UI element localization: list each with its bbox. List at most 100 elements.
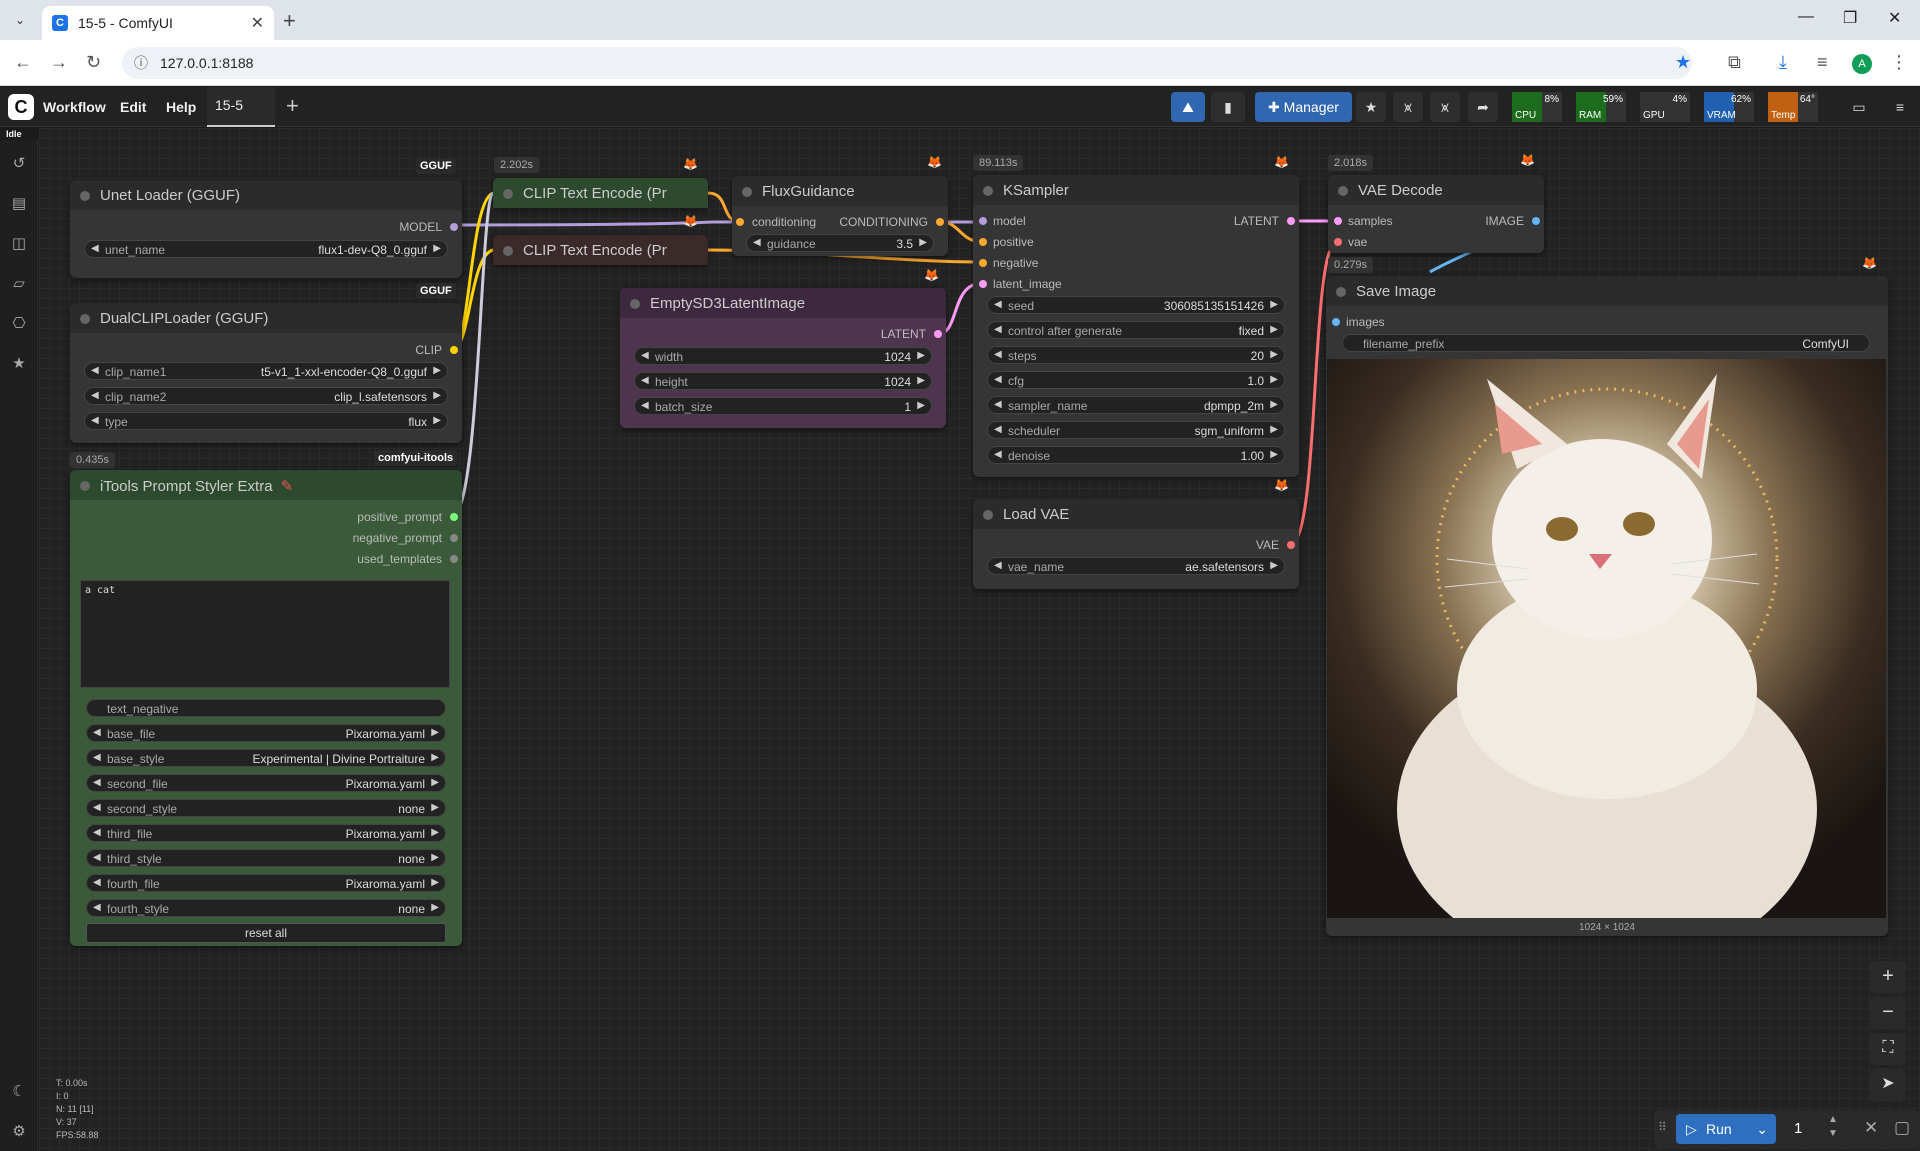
third-file-widget[interactable]: ◀ third_file Pixaroma.yaml ▶: [86, 824, 446, 842]
image-output-dot[interactable]: [1532, 217, 1540, 225]
save-image-time-badge: 0.279s: [1328, 257, 1374, 273]
sampler-name-widget[interactable]: ◀ sampler_name dpmpp_2m ▶: [987, 396, 1285, 414]
height-widget[interactable]: ◀ height 1024 ▶: [634, 372, 932, 390]
used-templates-output-dot[interactable]: [450, 555, 458, 563]
images-input-dot[interactable]: [1332, 318, 1340, 326]
clip-text-encode-node-2[interactable]: CLIP Text Encode (Pr: [493, 235, 708, 265]
gguf-tag: GGUF: [416, 158, 456, 174]
vae-output-label: VAE: [1255, 538, 1279, 552]
execution-time-badge: 2.202s: [494, 157, 540, 173]
conditioning-output-label: CONDITIONING: [839, 215, 928, 229]
zoom-in-icon[interactable]: +: [1870, 961, 1906, 993]
generated-image[interactable]: [1327, 359, 1886, 918]
clip-output-label: CLIP: [415, 343, 442, 357]
latent-output-label: LATENT: [1233, 214, 1279, 228]
fox-icon-4: 🦊: [924, 268, 939, 282]
clear-queue-icon[interactable]: ✕: [1864, 1118, 1878, 1138]
second-file-widget[interactable]: ◀ second_file Pixaroma.yaml ▶: [86, 774, 446, 792]
clip-name1-widget[interactable]: ◀ clip_name1 t5-v1_1-xxl-encoder-Q8_0.gguf…: [84, 362, 448, 380]
dualclip-loader-node[interactable]: DualCLIPLoader (GGUF) CLIP ◀ clip_name1 t5…: [70, 303, 462, 443]
zoom-out-icon[interactable]: −: [1870, 997, 1906, 1029]
negative-input-dot[interactable]: [979, 259, 987, 267]
negative-prompt-output-label: negative_prompt: [352, 531, 442, 545]
type-widget[interactable]: ◀ type flux ▶: [84, 412, 448, 430]
latent-output-dot[interactable]: [934, 330, 942, 338]
node-title: Save Image: [1356, 283, 1437, 300]
vae-input-dot[interactable]: [1334, 238, 1342, 246]
denoise-widget[interactable]: ◀ denoise 1.00 ▶: [987, 446, 1285, 464]
positive-prompt-output-dot[interactable]: [450, 513, 458, 521]
clip-output-dot[interactable]: [450, 346, 458, 354]
queue-panel-icon[interactable]: ▢: [1894, 1118, 1910, 1138]
flux-guidance-node[interactable]: FluxGuidance conditioning CONDITIONING ◀…: [732, 176, 948, 256]
fourth-file-widget[interactable]: ◀ fourth_file Pixaroma.yaml ▶: [86, 874, 446, 892]
chevron-down-icon[interactable]: ⌄: [1756, 1114, 1768, 1144]
play-icon: ▷: [1686, 1121, 1697, 1137]
conditioning-output-dot[interactable]: [936, 218, 944, 226]
prompt-textarea[interactable]: a cat: [80, 580, 450, 688]
batch-count-input[interactable]: 1: [1794, 1120, 1802, 1137]
node-title: VAE Decode: [1358, 182, 1443, 199]
latent-output-dot[interactable]: [1287, 217, 1295, 225]
third-style-widget[interactable]: ◀ third_style none ▶: [86, 849, 446, 867]
base-file-widget[interactable]: ◀ base_file Pixaroma.yaml ▶: [86, 724, 446, 742]
empty-latent-node[interactable]: EmptySD3LatentImage LATENT ◀ width 1024 ▶ ◀…: [620, 288, 946, 428]
seed-widget[interactable]: ◀ seed 306085135151426 ▶: [987, 296, 1285, 314]
cfg-widget[interactable]: ◀ cfg 1.0 ▶: [987, 371, 1285, 389]
positive-prompt-output-label: positive_prompt: [357, 510, 442, 524]
itools-time-badge: 0.435s: [70, 452, 116, 468]
steps-widget[interactable]: ◀ steps 20 ▶: [987, 346, 1285, 364]
run-label: Run: [1706, 1121, 1732, 1137]
cat-image-drawing: [1397, 374, 1817, 918]
ksampler-time-badge: 89.113s: [973, 155, 1024, 171]
filename-prefix-widget[interactable]: filename_prefix ComfyUI: [1342, 334, 1870, 352]
run-button[interactable]: ▷ Run ⌄: [1676, 1114, 1776, 1144]
positive-input-dot[interactable]: [979, 238, 987, 246]
images-input-label: images: [1346, 315, 1385, 329]
model-output-label: MODEL: [399, 220, 442, 234]
node-title: CLIP Text Encode (Pr: [523, 242, 667, 259]
clip-text-encode-node-1[interactable]: CLIP Text Encode (Pr: [493, 178, 708, 208]
node-title: iTools Prompt Styler Extra: [100, 478, 273, 495]
reset-all-button[interactable]: reset all: [86, 923, 446, 943]
vae-decode-node[interactable]: VAE Decode samples vae IMAGE: [1328, 175, 1544, 253]
positive-input-label: positive: [993, 235, 1034, 249]
node-title: FluxGuidance: [762, 183, 855, 200]
clip-name2-widget[interactable]: ◀ clip_name2 clip_l.safetensors ▶: [84, 387, 448, 405]
width-widget[interactable]: ◀ width 1024 ▶: [634, 347, 932, 365]
second-style-widget[interactable]: ◀ second_style none ▶: [86, 799, 446, 817]
count-stepper[interactable]: ▲ ▼: [1828, 1113, 1838, 1141]
samples-input-dot[interactable]: [1334, 217, 1342, 225]
itools-prompt-styler-node[interactable]: iTools Prompt Styler Extra ✎ positive_pro…: [70, 470, 462, 946]
batch-size-widget[interactable]: ◀ batch_size 1 ▶: [634, 397, 932, 415]
vae-decode-time-badge: 2.018s: [1328, 155, 1374, 171]
pointer-mode-icon[interactable]: ➤: [1870, 1069, 1906, 1101]
scheduler-widget[interactable]: ◀ scheduler sgm_uniform ▶: [987, 421, 1285, 439]
fox-icon-8: 🦊: [1862, 256, 1877, 270]
unet-name-widget[interactable]: ◀ unet_name flux1-dev-Q8_0.gguf ▶: [84, 240, 448, 258]
text-negative-field[interactable]: text_negative: [86, 699, 446, 717]
used-templates-output-label: used_templates: [357, 552, 442, 566]
image-output-label: IMAGE: [1485, 214, 1524, 228]
negative-prompt-output-dot[interactable]: [450, 534, 458, 542]
ksampler-node[interactable]: KSampler model positive negative latent_…: [973, 175, 1299, 477]
vae-name-widget[interactable]: ◀ vae_name ae.safetensors ▶: [987, 557, 1285, 575]
vae-output-dot[interactable]: [1287, 541, 1295, 549]
samples-input-label: samples: [1348, 214, 1393, 228]
guidance-widget[interactable]: ◀ guidance 3.5 ▶: [746, 234, 934, 252]
latent-input-dot[interactable]: [979, 280, 987, 288]
load-vae-node[interactable]: Load VAE VAE ◀ vae_name ae.safetensors ▶: [973, 499, 1299, 589]
node-title: Load VAE: [1003, 506, 1070, 523]
fit-view-icon[interactable]: ⛶: [1870, 1033, 1906, 1065]
fourth-style-widget[interactable]: ◀ fourth_style none ▶: [86, 899, 446, 917]
control-after-generate-widget[interactable]: ◀ control after generate fixed ▶: [987, 321, 1285, 339]
base-style-widget[interactable]: ◀ base_style Experimental | Divine Portrai…: [86, 749, 446, 767]
model-output-dot[interactable]: [450, 223, 458, 231]
model-input-dot[interactable]: [979, 217, 987, 225]
unet-loader-node[interactable]: Unet Loader (GGUF) MODEL ◀ unet_name flux1…: [70, 180, 462, 278]
drag-handle-icon[interactable]: ⠿: [1658, 1120, 1667, 1134]
pencil-icon: ✎: [280, 478, 294, 495]
comfyui-itools-tag: comfyui-itools: [374, 450, 458, 466]
conditioning-input-dot[interactable]: [736, 218, 744, 226]
latent-output-label: LATENT: [880, 327, 926, 341]
